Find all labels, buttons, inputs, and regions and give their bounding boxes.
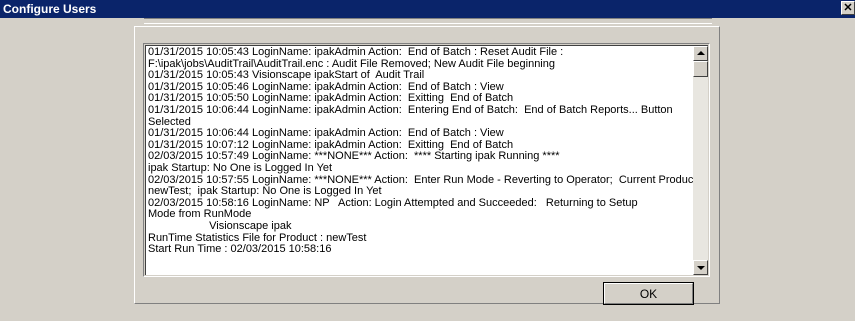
window-title: Configure Users <box>3 2 97 16</box>
log-line: 01/31/2015 10:05:43 LoginName: ipakAdmin… <box>148 46 564 58</box>
top-divider <box>144 18 712 24</box>
log-line: 01/31/2015 10:06:44 LoginName: ipakAdmin… <box>148 127 504 140</box>
scroll-up-button[interactable] <box>693 46 708 61</box>
log-line: Visionscape ipak <box>148 219 292 232</box>
close-button[interactable]: ✕ <box>841 1 855 15</box>
scroll-down-button[interactable] <box>693 260 708 275</box>
arrow-up-icon <box>697 51 705 55</box>
close-icon: ✕ <box>843 2 853 14</box>
audit-log-viewport: 01/31/2015 10:05:43 LoginName: ipakAdmin… <box>145 45 708 275</box>
ok-button[interactable]: OK <box>603 282 694 305</box>
log-line: newTest; ipak Startup: No One is Logged … <box>148 185 382 198</box>
ok-button-label: OK <box>639 287 658 301</box>
title-bar: Configure Users ✕ <box>0 0 855 18</box>
log-line: ipak Startup: No One is Logged In Yet <box>148 161 333 174</box>
audit-log-textbox[interactable]: 01/31/2015 10:05:43 LoginName: ipakAdmin… <box>143 43 710 277</box>
vertical-scrollbar[interactable] <box>693 46 708 275</box>
arrow-down-icon <box>697 266 705 270</box>
log-line: Start Run Time : 02/03/2015 10:58:16 <box>148 243 332 256</box>
scroll-thumb[interactable] <box>693 61 708 77</box>
audit-log-text: 01/31/2015 10:05:43 LoginName: ipakAdmin… <box>148 46 696 256</box>
log-line: 01/31/2015 10:06:44 LoginName: ipakAdmin… <box>148 103 673 116</box>
ok-button-face: OK <box>604 283 693 304</box>
